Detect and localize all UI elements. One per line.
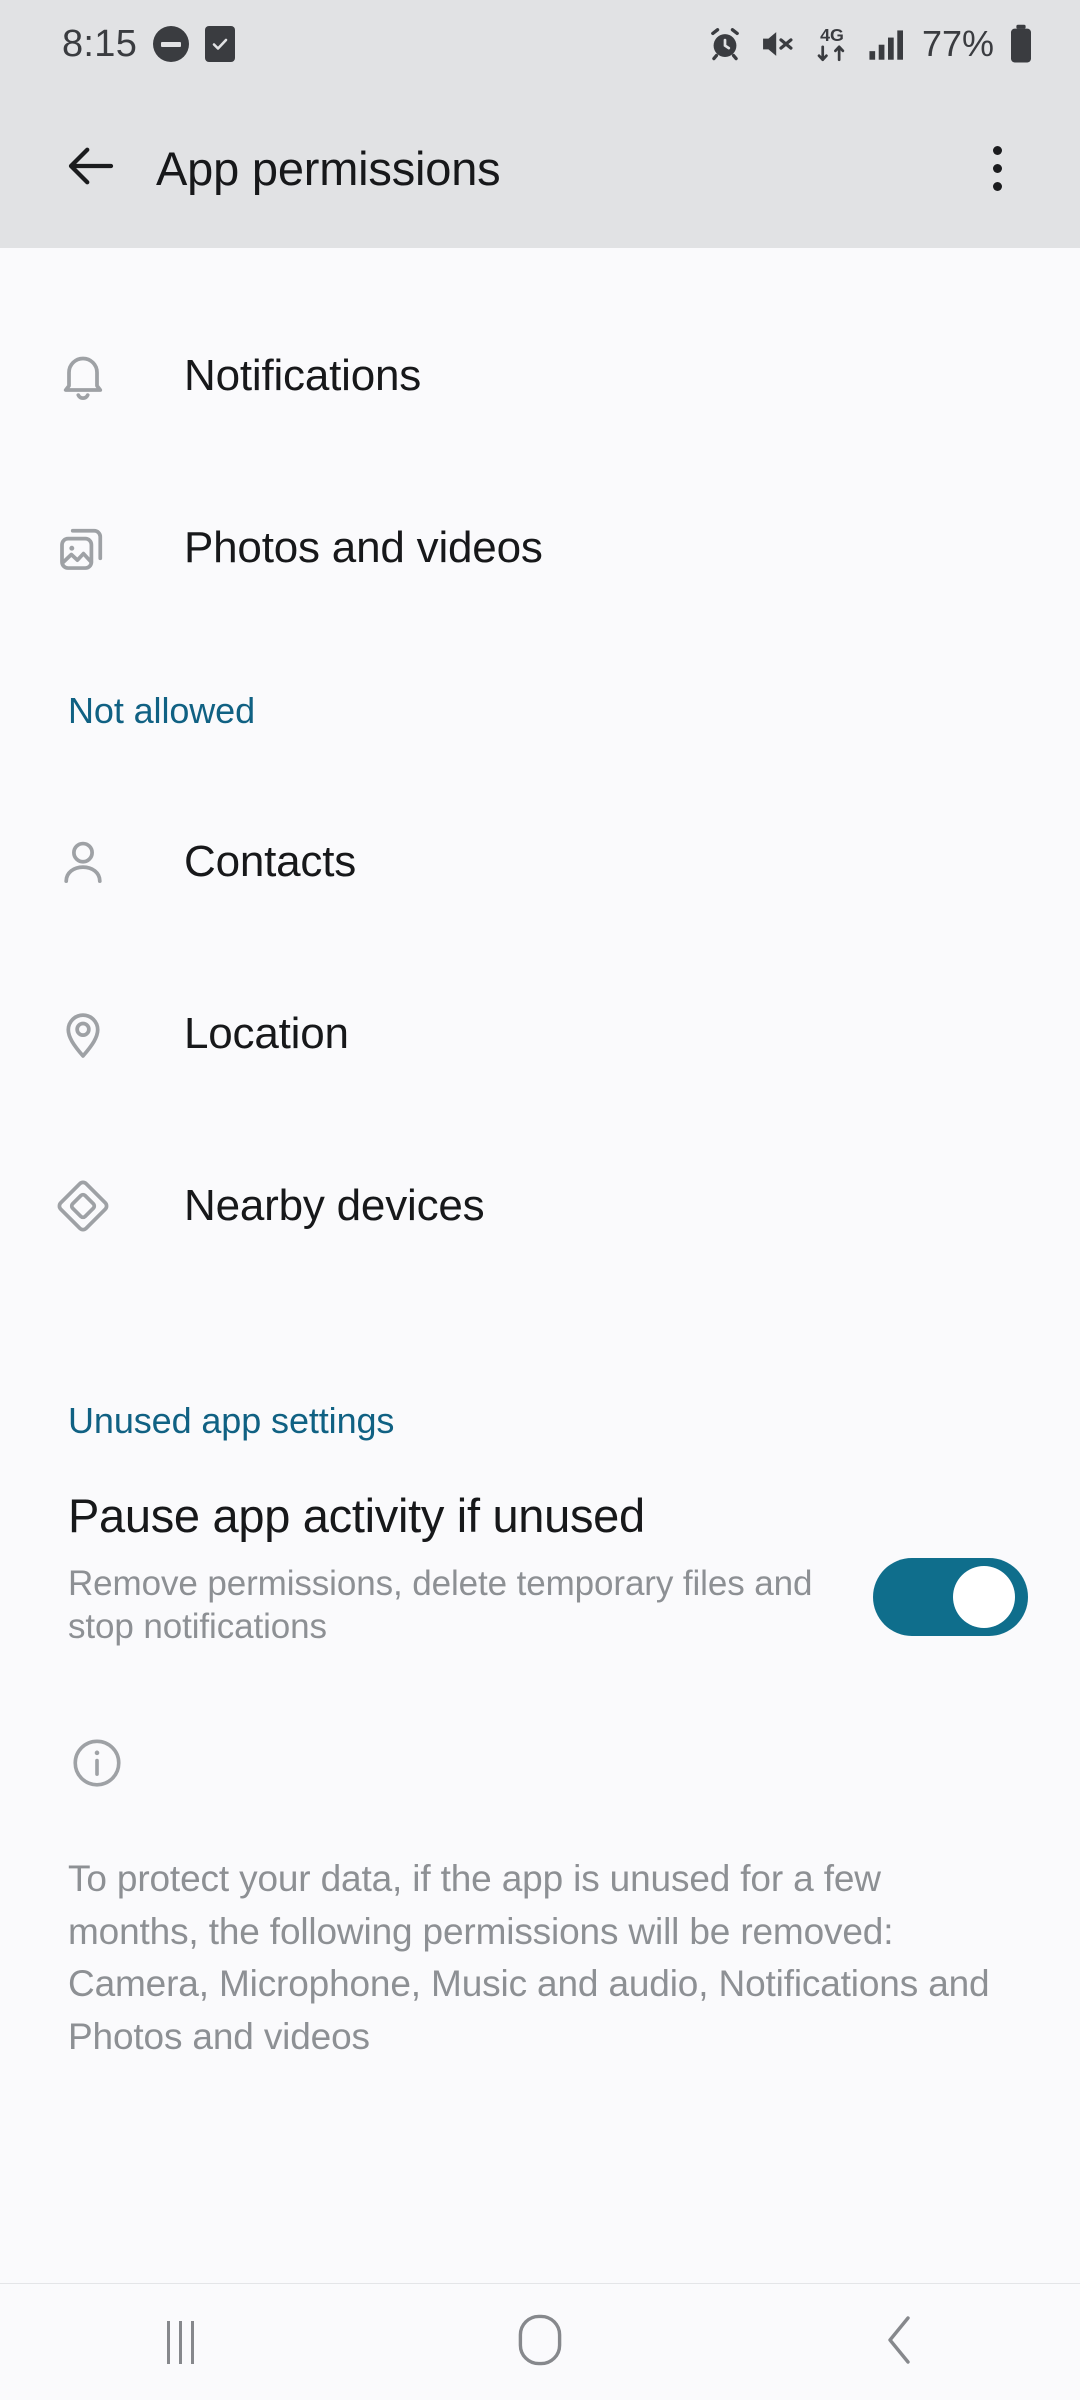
svg-text:4G: 4G bbox=[820, 25, 844, 45]
permissions-content: Notifications Photos and videos Not allo… bbox=[0, 290, 1080, 2064]
back-button-nav[interactable] bbox=[720, 2284, 1080, 2400]
overflow-menu-button[interactable] bbox=[962, 125, 1032, 211]
mute-icon bbox=[758, 25, 796, 63]
more-vertical-icon-dot bbox=[992, 163, 1002, 173]
recents-button[interactable] bbox=[0, 2284, 360, 2400]
4g-data-icon: 4G bbox=[810, 24, 854, 64]
signal-bars-icon bbox=[868, 26, 908, 62]
photo-stack-icon bbox=[48, 520, 118, 576]
pause-app-activity-toggle[interactable] bbox=[873, 1558, 1028, 1636]
home-button[interactable] bbox=[360, 2284, 720, 2400]
battery-icon bbox=[1008, 24, 1034, 64]
location-pin-icon bbox=[48, 1006, 118, 1062]
permission-row-contacts[interactable]: Contacts bbox=[0, 776, 1080, 948]
status-bar-right: 4G 77% bbox=[706, 23, 1034, 65]
toggle-knob bbox=[953, 1566, 1015, 1628]
home-icon bbox=[518, 2314, 562, 2371]
person-icon bbox=[48, 834, 118, 890]
page-title: App permissions bbox=[156, 141, 501, 195]
checkbox-icon bbox=[205, 26, 236, 62]
permission-label: Notifications bbox=[184, 351, 422, 400]
app-bar: App permissions bbox=[0, 88, 1080, 248]
bell-icon bbox=[48, 348, 118, 404]
battery-percent-label: 77% bbox=[921, 23, 994, 64]
info-circle-icon bbox=[0, 1648, 1080, 1797]
more-vertical-icon-dot bbox=[992, 181, 1002, 191]
status-clock: 8:15 bbox=[62, 22, 138, 65]
permission-label: Nearby devices bbox=[184, 1181, 485, 1230]
back-arrow-icon bbox=[61, 136, 121, 201]
pause-app-activity-texts: Pause app activity if unused Remove perm… bbox=[68, 1489, 873, 1648]
do-not-disturb-icon bbox=[153, 26, 190, 62]
pause-app-activity-row[interactable]: Pause app activity if unused Remove perm… bbox=[0, 1489, 1080, 1648]
status-bar: 8:15 4G 77% bbox=[0, 0, 1080, 88]
permission-row-photos-and-videos[interactable]: Photos and videos bbox=[0, 462, 1080, 634]
permission-label: Photos and videos bbox=[184, 523, 543, 572]
alarm-icon bbox=[706, 25, 744, 63]
status-bar-left: 8:15 bbox=[62, 22, 236, 66]
system-navigation-bar bbox=[0, 2283, 1080, 2400]
permission-label: Location bbox=[184, 1009, 349, 1058]
pause-app-activity-subtitle: Remove permissions, delete temporary fil… bbox=[68, 1563, 813, 1646]
nearby-devices-icon bbox=[48, 1178, 118, 1234]
unused-app-footnote: To protect your data, if the app is unus… bbox=[68, 1858, 990, 2057]
section-header-unused-app-settings: Unused app settings bbox=[68, 1400, 395, 1441]
more-vertical-icon-dot bbox=[992, 145, 1002, 155]
permission-row-location[interactable]: Location bbox=[0, 948, 1080, 1120]
back-chevron-icon bbox=[880, 2314, 920, 2371]
section-header-not-allowed: Not allowed bbox=[68, 690, 256, 731]
permission-label: Contacts bbox=[184, 837, 357, 886]
back-button[interactable] bbox=[48, 125, 134, 211]
recents-icon bbox=[166, 2320, 194, 2364]
pause-app-activity-title: Pause app activity if unused bbox=[68, 1489, 645, 1542]
permission-row-nearby-devices[interactable]: Nearby devices bbox=[0, 1120, 1080, 1292]
permission-row-notifications[interactable]: Notifications bbox=[0, 290, 1080, 462]
